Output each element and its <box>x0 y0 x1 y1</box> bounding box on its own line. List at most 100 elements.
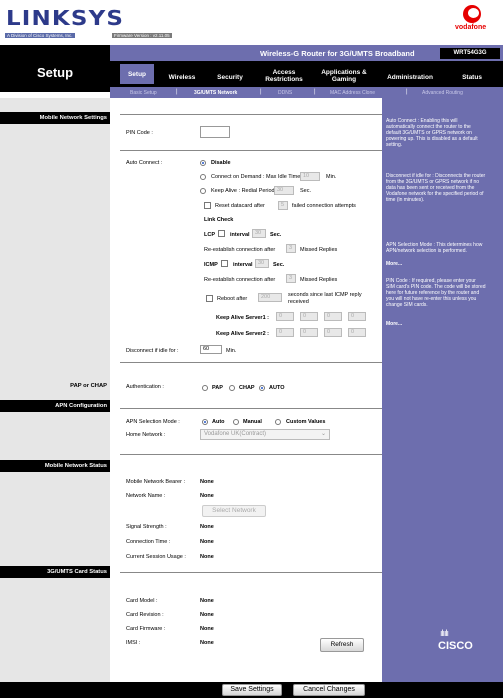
icmp-checkbox[interactable] <box>221 260 228 267</box>
model-number: WRT54G3G <box>440 48 500 59</box>
card-firmware-value: None <box>200 626 214 632</box>
card-revision-value: None <box>200 612 214 618</box>
server2-octet-1[interactable]: 0 <box>276 328 294 337</box>
mode-custom-radio[interactable] <box>275 419 281 425</box>
main-tabs: Setup Wireless Security Access Restricti… <box>110 61 503 87</box>
help-disconnect: Disconnect if idle for : Disconnects the… <box>386 173 486 203</box>
tab-setup[interactable]: Setup <box>120 64 154 84</box>
vodafone-logo-icon <box>463 5 481 23</box>
mode-manual-radio[interactable] <box>233 419 239 425</box>
connection-time-label: Connection Time : <box>126 539 171 545</box>
subtab-separator: | <box>314 89 316 95</box>
card-model-value: None <box>200 598 214 604</box>
tab-wireless[interactable]: Wireless <box>162 74 202 81</box>
bearer-label: Mobile Network Bearer : <box>126 479 185 485</box>
reset-datacard-label: Reset datacard after <box>215 203 265 209</box>
server1-octet-2[interactable]: 0 <box>300 312 318 321</box>
footer-bar: Save Settings Cancel Changes <box>0 682 503 698</box>
main-content: PIN Code : Auto Connect : Disable Connec… <box>120 98 382 682</box>
cisco-bars-icon: ılıılı <box>440 628 449 638</box>
column-divider <box>110 98 120 682</box>
cancel-changes-button[interactable]: Cancel Changes <box>293 684 365 696</box>
product-bar: Wireless-G Router for 3G/UMTS Broadband … <box>110 45 503 61</box>
help-more-link-1[interactable]: More... <box>386 261 486 267</box>
lcp-sec-unit: Sec. <box>270 232 282 238</box>
pap-label: PAP <box>212 385 223 391</box>
help-more-link-2[interactable]: More... <box>386 321 486 327</box>
pap-radio[interactable] <box>202 385 208 391</box>
tab-administration[interactable]: Administration <box>378 74 442 81</box>
icmp-missed-input[interactable]: 3 <box>286 274 296 283</box>
lcp-checkbox[interactable] <box>218 230 225 237</box>
subtab-advanced-routing[interactable]: Advanced Routing <box>422 90 463 96</box>
select-network-button[interactable]: Select Network <box>202 505 266 517</box>
server2-octet-2[interactable]: 0 <box>300 328 318 337</box>
section-line <box>120 114 382 115</box>
server2-octet-3[interactable]: 0 <box>324 328 342 337</box>
save-settings-button[interactable]: Save Settings <box>222 684 282 696</box>
lcp-missed-input[interactable]: 3 <box>286 244 296 253</box>
sub-tabs: Basic Setup | 3G/UMTS Network | DDNS | M… <box>110 87 503 98</box>
signal-strength-value: None <box>200 524 214 530</box>
home-network-select[interactable]: Vodafone UK(Contract) ⌄ <box>200 429 330 440</box>
disable-radio[interactable] <box>200 160 206 166</box>
received-label: received <box>288 299 309 305</box>
reset-datacard-checkbox[interactable] <box>204 202 211 209</box>
server1-octet-3[interactable]: 0 <box>324 312 342 321</box>
section-line <box>120 150 382 151</box>
mode-custom-label: Custom Values <box>286 419 326 425</box>
auto-radio[interactable] <box>259 385 265 391</box>
disconnect-min-unit: Min. <box>226 348 237 354</box>
reboot-checkbox[interactable] <box>206 295 213 302</box>
keep-alive-label: Keep Alive : Redial Period <box>211 188 275 194</box>
icmp-interval-label: interval <box>233 262 253 268</box>
connect-on-demand-label: Connect on Demand : Max Idle Time <box>211 174 301 180</box>
help-pin: PIN Code : If required, please enter you… <box>386 278 486 308</box>
cisco-logo: CISCO <box>438 640 473 652</box>
mode-auto-label: Auto <box>212 419 225 425</box>
failed-attempts-label: failed connection attempts <box>292 203 356 209</box>
tab-status[interactable]: Status <box>450 74 494 81</box>
server1-octet-1[interactable]: 0 <box>276 312 294 321</box>
page-header: LINKSYS A Division of Cisco Systems, Inc… <box>0 0 503 44</box>
redial-period-input[interactable]: 30 <box>274 186 294 195</box>
icmp-interval-input[interactable]: 30 <box>255 259 269 268</box>
server1-octet-4[interactable]: 0 <box>348 312 366 321</box>
signal-strength-label: Signal Strength : <box>126 524 167 530</box>
home-network-value: Vodafone UK(Contract) <box>204 431 267 437</box>
subtab-separator: | <box>176 89 178 95</box>
imsi-value: None <box>200 640 214 646</box>
refresh-button[interactable]: Refresh <box>320 638 364 652</box>
pin-code-input[interactable] <box>200 126 230 138</box>
sidebar-pap-or-chap: PAP or CHAP <box>70 383 107 389</box>
subtab-ddns[interactable]: DDNS <box>278 90 292 96</box>
missed-replies-label-2: Missed Replies <box>300 277 338 283</box>
chap-label: CHAP <box>239 385 255 391</box>
subtab-separator: | <box>260 89 262 95</box>
subtab-basic-setup[interactable]: Basic Setup <box>130 90 157 96</box>
tab-security[interactable]: Security <box>208 74 252 81</box>
sidebar-apn-configuration: APN Configuration <box>0 400 110 412</box>
section-line <box>120 572 382 573</box>
connect-on-demand-radio[interactable] <box>200 174 206 180</box>
vodafone-wordmark: vodafone <box>455 24 487 31</box>
bearer-value: None <box>200 479 214 485</box>
tab-applications-gaming[interactable]: Applications & Gaming <box>318 69 370 83</box>
chap-radio[interactable] <box>229 385 235 391</box>
section-line <box>120 408 382 409</box>
reboot-seconds-input[interactable]: 200 <box>258 293 282 302</box>
section-box: Setup <box>0 45 110 92</box>
subtab-3g-umts-network[interactable]: 3G/UMTS Network <box>194 90 237 96</box>
subtab-mac-address-clone[interactable]: MAC Address Clone <box>330 90 375 96</box>
mode-auto-radio[interactable] <box>202 419 208 425</box>
tab-access-restrictions[interactable]: Access Restrictions <box>260 69 308 83</box>
max-idle-time-input[interactable]: 10 <box>300 172 320 181</box>
server2-octet-4[interactable]: 0 <box>348 328 366 337</box>
lcp-interval-input[interactable]: 30 <box>252 229 266 238</box>
auto-label: AUTO <box>269 385 285 391</box>
keep-alive-radio[interactable] <box>200 188 206 194</box>
reset-datacard-input[interactable]: 5 <box>278 201 288 210</box>
disconnect-idle-input[interactable]: 60 <box>200 345 222 354</box>
logo-subtitle: A Division of Cisco Systems, Inc. <box>5 33 75 38</box>
auto-connect-label: Auto Connect : <box>126 160 163 166</box>
